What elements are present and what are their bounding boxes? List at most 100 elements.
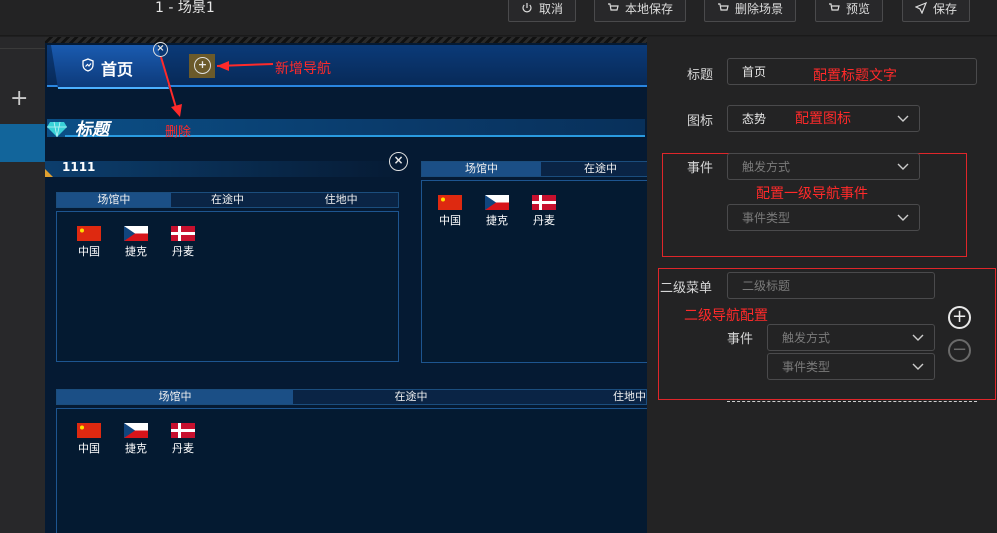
flag-item-czech[interactable]: 捷克 xyxy=(118,423,154,456)
save-local-button[interactable]: 本地保存 xyxy=(594,0,687,22)
tab-transit[interactable]: 在途中 xyxy=(171,193,285,207)
flag-label: 丹麦 xyxy=(172,442,194,455)
cancel-label: 取消 xyxy=(539,1,564,16)
diamond-icon xyxy=(47,121,67,137)
flag-label: 丹麦 xyxy=(172,245,194,258)
flag-label: 丹麦 xyxy=(533,214,555,227)
save-button[interactable]: 保存 xyxy=(902,0,971,22)
chevron-down-icon xyxy=(897,214,909,221)
china-flag-icon xyxy=(77,423,101,438)
tab-group-c: 场馆中 在途中 住地中 xyxy=(56,389,647,405)
flag-item-czech[interactable]: 捷克 xyxy=(118,226,154,259)
flag-list: 中国 捷克 丹麦 xyxy=(71,226,201,259)
title-field-label: 标题 xyxy=(687,68,714,83)
flag-label: 捷克 xyxy=(486,214,508,227)
rail-divider xyxy=(0,48,45,49)
title-input-value: 首页 xyxy=(742,65,767,79)
flag-item-china[interactable]: 中国 xyxy=(71,226,107,259)
rail-active-item[interactable] xyxy=(0,124,45,162)
flag-item-czech[interactable]: 捷克 xyxy=(479,195,515,228)
add-scene-icon[interactable]: + xyxy=(10,88,28,110)
flag-item-denmark[interactable]: 丹麦 xyxy=(165,423,201,456)
tab-residence[interactable]: 住地中 xyxy=(284,193,398,207)
annotation-arrows xyxy=(160,56,274,117)
denmark-flag-icon xyxy=(532,195,556,210)
preview-button[interactable]: 预览 xyxy=(815,0,884,22)
czech-flag-icon xyxy=(485,195,509,210)
submenu-trigger-placeholder: 触发方式 xyxy=(782,331,831,345)
cancel-button[interactable]: 取消 xyxy=(508,0,577,22)
event-type-placeholder: 事件类型 xyxy=(742,211,791,225)
send-icon xyxy=(915,2,927,14)
denmark-flag-icon xyxy=(171,423,195,438)
submenu-event-type-select[interactable]: 事件类型 xyxy=(767,353,935,380)
panel-header xyxy=(45,161,405,177)
chevron-down-icon xyxy=(897,115,909,122)
annotation-submenu: 二级导航配置 xyxy=(684,308,768,324)
flag-label: 中国 xyxy=(439,214,461,227)
tab-group-a: 场馆中 在途中 住地中 xyxy=(56,192,399,208)
scene-title: 1 - 场景1 xyxy=(155,0,215,16)
delete-scene-button[interactable]: 删除场景 xyxy=(704,0,797,22)
cart-icon xyxy=(608,3,619,11)
flag-label: 捷克 xyxy=(125,442,147,455)
tab-transit[interactable]: 在途中 xyxy=(293,390,529,404)
dashed-divider xyxy=(727,401,977,402)
cart-icon xyxy=(718,3,729,11)
flag-label: 捷克 xyxy=(125,245,147,258)
submenu-event-label: 事件 xyxy=(727,332,754,347)
tab-venue[interactable]: 场馆中 xyxy=(57,193,171,207)
event-type-select[interactable]: 事件类型 xyxy=(727,204,920,231)
submenu-title-placeholder: 二级标题 xyxy=(742,279,791,293)
flag-label: 中国 xyxy=(78,245,100,258)
add-submenu-icon[interactable]: + xyxy=(948,306,971,329)
power-icon xyxy=(522,3,532,13)
tab-venue[interactable]: 场馆中 xyxy=(57,390,293,404)
flag-list: 中国 捷克 丹麦 xyxy=(432,195,562,228)
panel-title: 1111 xyxy=(62,160,96,174)
czech-flag-icon xyxy=(124,226,148,241)
flag-item-china[interactable]: 中国 xyxy=(71,423,107,456)
tab-venue[interactable]: 场馆中 xyxy=(422,162,541,176)
tab-transit[interactable]: 在途中 xyxy=(541,162,647,176)
preview-label: 预览 xyxy=(846,1,871,16)
annotation-event: 配置一级导航事件 xyxy=(756,186,868,202)
submenu-trigger-select[interactable]: 触发方式 xyxy=(767,324,935,351)
event-field-label: 事件 xyxy=(687,161,714,176)
submenu-field-label: 二级菜单 xyxy=(660,281,713,296)
flag-item-denmark[interactable]: 丹麦 xyxy=(526,195,562,228)
left-rail xyxy=(0,37,45,533)
section-title: 标题 xyxy=(75,120,109,140)
cart-icon xyxy=(829,3,840,11)
content-box-b: 中国 捷克 丹麦 xyxy=(421,180,647,363)
flag-item-denmark[interactable]: 丹麦 xyxy=(165,226,201,259)
annotation-title: 配置标题文字 xyxy=(813,68,897,84)
icon-field-label: 图标 xyxy=(687,114,714,129)
content-box-c: 中国 捷克 丹麦 xyxy=(56,408,647,533)
annotation-add-nav: 新增导航 xyxy=(275,61,331,77)
trigger-select[interactable]: 触发方式 xyxy=(727,153,920,180)
icon-select-value: 态势 xyxy=(742,112,767,126)
design-canvas: 首页 × + 新增导航 标题 删除 1111 × 场馆中 在途中 住地中 中国 xyxy=(45,37,647,533)
chevron-down-icon xyxy=(912,363,924,370)
save-local-label: 本地保存 xyxy=(625,1,674,16)
czech-flag-icon xyxy=(124,423,148,438)
content-box-a: 中国 捷克 丹麦 xyxy=(56,211,399,362)
submenu-title-input[interactable]: 二级标题 xyxy=(727,272,935,299)
panel-corner-icon xyxy=(45,169,53,177)
delete-scene-label: 删除场景 xyxy=(735,1,784,16)
annotation-delete: 删除 xyxy=(165,125,192,140)
flag-item-china[interactable]: 中国 xyxy=(432,195,468,228)
flag-label: 中国 xyxy=(78,442,100,455)
tab-residence[interactable]: 住地中 xyxy=(529,390,646,404)
china-flag-icon xyxy=(438,195,462,210)
denmark-flag-icon xyxy=(171,226,195,241)
properties-panel: 标题 首页 配置标题文字 图标 态势 配置图标 事件 触发方式 配置一级导航事件… xyxy=(647,37,997,533)
remove-submenu-icon[interactable]: − xyxy=(948,339,971,362)
submenu-event-type-placeholder: 事件类型 xyxy=(782,360,831,374)
save-label: 保存 xyxy=(933,1,958,16)
chevron-down-icon xyxy=(897,163,909,170)
tab-group-b: 场馆中 在途中 xyxy=(421,161,647,177)
close-panel-icon[interactable]: × xyxy=(389,152,408,171)
chevron-down-icon xyxy=(912,334,924,341)
